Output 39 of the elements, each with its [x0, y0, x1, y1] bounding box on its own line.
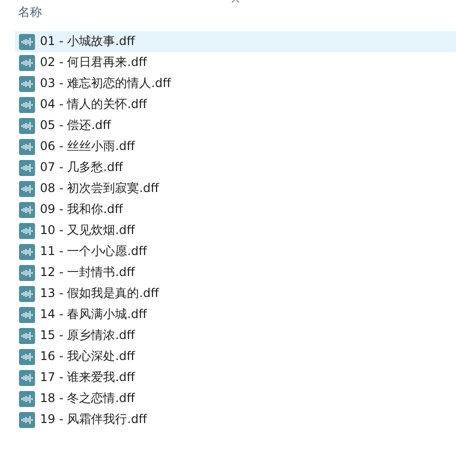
file-row[interactable]: 13 - 假如我是真的.dff: [15, 283, 456, 304]
audio-file-icon: [19, 390, 35, 406]
audio-file-icon: [19, 328, 35, 344]
file-row[interactable]: 07 - 几多愁.dff: [15, 157, 456, 178]
audio-file-icon: [19, 138, 35, 154]
column-header[interactable]: 名称: [18, 4, 42, 21]
file-row[interactable]: 03 - 难忘初恋的情人.dff: [15, 73, 456, 94]
audio-file-icon: [19, 348, 35, 364]
audio-file-icon: [19, 306, 35, 322]
file-row[interactable]: 09 - 我和你.dff: [15, 199, 456, 220]
file-row[interactable]: 12 - 一封情书.dff: [15, 262, 456, 283]
audio-file-icon: [19, 76, 35, 92]
audio-file-icon: [19, 244, 35, 260]
audio-file-icon: [19, 180, 35, 196]
audio-file-icon: [19, 34, 35, 50]
audio-file-icon: [19, 160, 35, 176]
file-row[interactable]: 16 - 我心深处.dff: [15, 346, 456, 367]
file-row[interactable]: 11 - 一个小心愿.dff: [15, 241, 456, 262]
file-row[interactable]: 05 - 偿还.dff: [15, 115, 456, 136]
file-row[interactable]: 15 - 原乡情浓.dff: [15, 325, 456, 346]
file-row[interactable]: 02 - 何日君再来.dff: [15, 52, 456, 73]
file-row[interactable]: 08 - 初次尝到寂寞.dff: [15, 178, 456, 199]
audio-file-icon: [19, 370, 35, 386]
audio-file-icon: [19, 202, 35, 218]
file-row[interactable]: 04 - 情人的关怀.dff: [15, 94, 456, 115]
audio-file-icon: [19, 96, 35, 112]
file-row[interactable]: 06 - 丝丝小雨.dff: [15, 136, 456, 157]
file-row[interactable]: 18 - 冬之恋情.dff: [15, 388, 456, 409]
audio-file-icon: [19, 118, 35, 134]
audio-file-icon: [19, 222, 35, 238]
file-row[interactable]: 10 - 又见炊烟.dff: [15, 220, 456, 241]
file-row[interactable]: 14 - 春风满小城.dff: [15, 304, 456, 325]
file-row[interactable]: 17 - 谁来爱我.dff: [15, 367, 456, 388]
audio-file-icon: [19, 264, 35, 280]
audio-file-icon: [19, 54, 35, 70]
file-row[interactable]: 01 - 小城故事.dff: [15, 31, 456, 52]
audio-file-icon: [19, 286, 35, 302]
file-row[interactable]: 19 - 风霜伴我行.dff: [15, 409, 456, 430]
audio-file-icon: [19, 412, 35, 428]
